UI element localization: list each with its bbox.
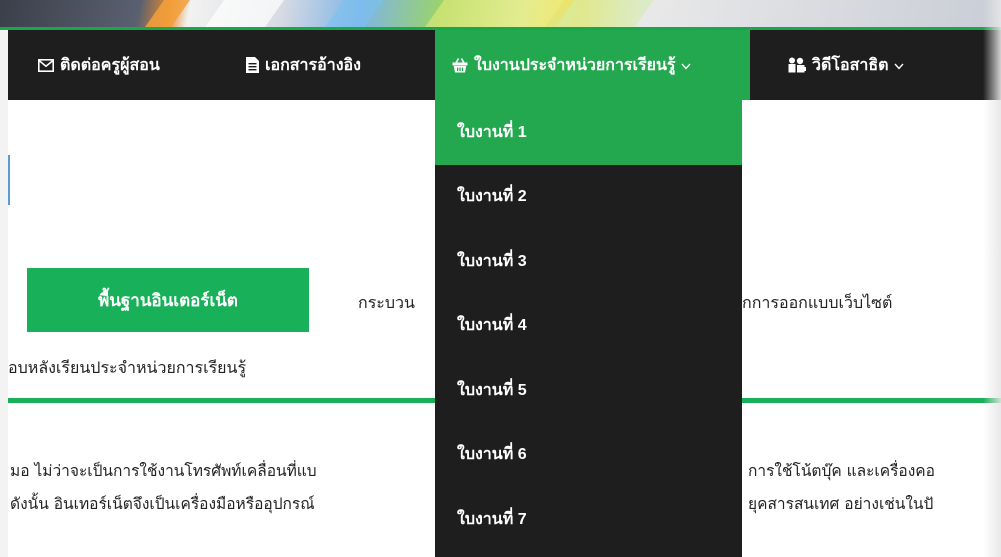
nav-demo-video-menu[interactable]: วิดีโอสาธิต [788, 30, 905, 100]
nav-docs-label: เอกสารอ้างอิง [265, 56, 361, 74]
dropdown-item-worksheet-4[interactable]: ใบงานที่ 4 [435, 294, 742, 359]
dropdown-item-worksheet-5[interactable]: ใบงานที่ 5 [435, 358, 742, 423]
dropdown-item-worksheet-3[interactable]: ใบงานที่ 3 [435, 229, 742, 294]
chevron-down-icon [681, 58, 692, 73]
dropdown-item-worksheet-2[interactable]: ใบงานที่ 2 [435, 165, 742, 230]
paragraph-text: การใช้โน้ตบุ๊ค และเครื่องคอ [748, 462, 935, 480]
paragraph-text: ยุคสารสนเทศ อย่างเช่นในปั [748, 495, 934, 513]
video-demo-icon [788, 57, 806, 73]
header-banner [0, 0, 1001, 30]
tab-web-design-link[interactable]: ักการออกแบบเว็บไซต์ [742, 291, 892, 316]
nav-worksheets-label: ใบงานประจำหน่วยการเรียนรู้ [474, 56, 676, 74]
envelope-icon [38, 58, 54, 72]
nav-reference-documents[interactable]: เอกสารอ้างอิง [246, 30, 361, 100]
banner-streak [188, 0, 292, 30]
main-navbar: ติดต่อครูผู้สอน เอกสารอ้างอิง ใบงานประจำ [8, 30, 1001, 100]
banner-streak [128, 0, 198, 30]
page-left-edge [0, 30, 8, 557]
tab-basic-internet-button[interactable]: พื้นฐานอินเตอร์เน็ต [27, 268, 309, 332]
heading-accent-mark [8, 155, 10, 205]
nav-contact-label: ติดต่อครูผู้สอน [60, 56, 160, 74]
nav-worksheets-menu[interactable]: ใบงานประจำหน่วยการเรียนรู้ [435, 30, 750, 100]
dropdown-item-worksheet-1[interactable]: ใบงานที่ 1 [435, 100, 742, 165]
tab-post-test-link[interactable]: อบหลังเรียนประจำหน่วยการเรียนรู้ [8, 356, 246, 381]
banner-streak [308, 0, 392, 30]
nav-contact-teacher[interactable]: ติดต่อครูผู้สอน [38, 30, 160, 100]
paragraph-text: มอ ไม่ว่าจะเป็นการใช้งานโทรศัพท์เคลื่อนท… [10, 462, 317, 480]
worksheets-dropdown: ใบงานที่ 1 ใบงานที่ 2 ใบงานที่ 3 ใบงานที… [435, 100, 742, 557]
basket-icon [452, 57, 468, 73]
nav-video-label: วิดีโอสาธิต [812, 56, 889, 74]
dropdown-item-worksheet-7[interactable]: ใบงานที่ 7 [435, 487, 742, 552]
chevron-down-icon [894, 58, 905, 73]
tab-process-link[interactable]: กระบวน [358, 291, 415, 316]
dropdown-item-worksheet-6[interactable]: ใบงานที่ 6 [435, 423, 742, 488]
paragraph-text: ดังนั้น อินเทอร์เน็ตจึงเป็นเครื่องมือหรื… [10, 495, 315, 513]
document-icon [246, 57, 259, 73]
banner-streak [408, 0, 572, 30]
